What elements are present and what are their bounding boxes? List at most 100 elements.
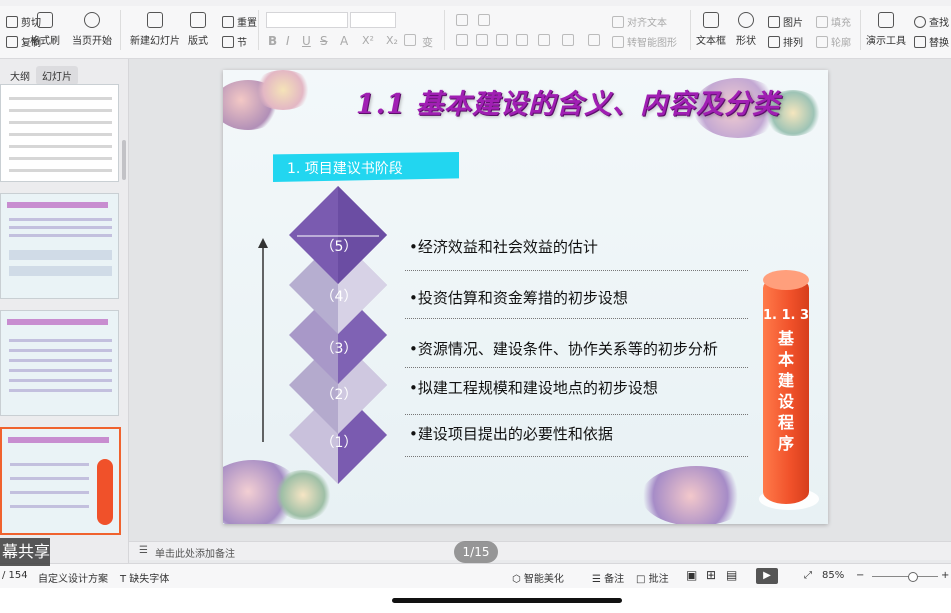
step-number: （4）: [320, 289, 358, 305]
step-diamond-5: [289, 186, 387, 284]
play-icon: [84, 12, 100, 28]
bold-button[interactable]: B: [268, 34, 277, 48]
notes-toggle-button[interactable]: ☰ 备注: [592, 570, 624, 585]
play-slideshow-button[interactable]: ▶: [756, 568, 778, 584]
step-text[interactable]: •投资估算和资金筹措的初步设想: [409, 287, 628, 308]
fill-icon: [816, 15, 828, 28]
picture-button[interactable]: 图片: [768, 14, 803, 29]
notes-icon: ☰: [139, 545, 148, 556]
normal-view-icon[interactable]: ▣: [686, 568, 697, 582]
new-slide-button[interactable]: 新建幻灯片: [130, 12, 180, 47]
dotted-divider: [405, 270, 748, 271]
arrange-button[interactable]: 排列: [768, 34, 803, 49]
presentation-icon: [878, 12, 894, 28]
stage-banner[interactable]: 1. 项目建议书阶段: [273, 152, 459, 182]
outline-button[interactable]: 轮廓: [816, 34, 851, 49]
align-center-button[interactable]: [476, 34, 488, 46]
arrange-icon: [768, 35, 780, 48]
up-arrow-icon: [258, 238, 268, 442]
play-from-current-button[interactable]: 当页开始: [72, 12, 112, 47]
dotted-divider: [405, 318, 748, 319]
justify-button[interactable]: [516, 34, 528, 46]
play-icon: ▶: [763, 570, 771, 581]
panel-scrollbar[interactable]: [122, 140, 126, 180]
line-spacing-icon: [562, 34, 574, 46]
home-indicator[interactable]: [392, 598, 622, 603]
italic-button[interactable]: I: [286, 34, 290, 48]
subscript-button[interactable]: X₂: [386, 34, 398, 47]
outline-icon: [816, 35, 828, 48]
shape-button[interactable]: 形状: [736, 12, 756, 47]
smart-graphic-button[interactable]: 转智能图形: [612, 34, 677, 49]
eraser-icon: [404, 34, 416, 46]
presentation-tools-button[interactable]: 演示工具: [866, 12, 906, 47]
superscript-button[interactable]: X²: [362, 34, 374, 47]
fill-button[interactable]: 填充: [816, 14, 851, 29]
underline-button[interactable]: U: [302, 34, 311, 48]
phonetic-button[interactable]: 变: [422, 34, 433, 50]
line-spacing-button[interactable]: [562, 34, 574, 46]
step-text[interactable]: •资源情况、建设条件、协作关系等的初步分析: [409, 338, 718, 359]
font-size-select[interactable]: [350, 12, 396, 28]
replace-button[interactable]: 替换: [914, 34, 949, 49]
distributed-button[interactable]: [538, 34, 550, 46]
tab-outline[interactable]: 大纲: [4, 66, 36, 85]
step-number: （3）: [320, 341, 358, 357]
clear-format-button[interactable]: [404, 34, 416, 46]
slide-thumbnail[interactable]: [0, 193, 119, 299]
strikethrough-button[interactable]: S: [320, 34, 328, 48]
notes-icon: ☰: [592, 574, 601, 585]
flower-decoration: [253, 70, 313, 110]
brush-icon: [37, 12, 53, 28]
text-direction-button[interactable]: [588, 34, 600, 46]
reading-view-icon[interactable]: ▤: [726, 568, 737, 582]
font-color-button[interactable]: A: [340, 34, 348, 48]
divider: [444, 10, 445, 50]
align-text-button[interactable]: 对齐文本: [612, 14, 667, 29]
slide-count: / 154: [2, 570, 28, 581]
zoom-out-icon[interactable]: −: [856, 570, 864, 581]
notes-bar[interactable]: ☰ 单击此处添加备注: [129, 541, 951, 560]
layout-button[interactable]: 版式: [188, 12, 208, 47]
section-button[interactable]: 节: [222, 34, 247, 49]
align-right-button[interactable]: [496, 34, 508, 46]
copy-icon: [6, 35, 18, 48]
smart-beautify-button[interactable]: ⬡ 智能美化: [512, 570, 564, 585]
zoom-slider[interactable]: [872, 576, 938, 577]
zoom-slider-thumb[interactable]: [908, 572, 918, 582]
slide-thumbnail[interactable]: [0, 310, 119, 416]
tab-slides[interactable]: 幻灯片: [36, 66, 78, 85]
comment-button[interactable]: □ 批注: [636, 570, 669, 585]
slide-canvas: 1.1 基本建设的含义、内容及分类 1. 项目建议书阶段 （5） （4） （3）…: [223, 70, 828, 524]
replace-icon: [914, 35, 926, 48]
grid-view-icon[interactable]: ⊞: [706, 568, 716, 582]
step-number: （2）: [320, 387, 358, 403]
align-left-button[interactable]: [456, 34, 468, 46]
reset-button[interactable]: 重置: [222, 14, 257, 29]
design-scheme[interactable]: 自定义设计方案: [38, 570, 108, 585]
find-button[interactable]: 查找: [914, 14, 949, 29]
step-text[interactable]: •建设项目提出的必要性和依据: [409, 423, 613, 444]
smart-graphic-icon: [612, 35, 624, 48]
step-text[interactable]: •经济效益和社会效益的估计: [409, 236, 598, 257]
flower-decoration: [641, 466, 751, 524]
missing-font-button[interactable]: T 缺失字体: [120, 570, 169, 585]
fit-window-icon[interactable]: ⤢: [804, 570, 812, 581]
textbox-button[interactable]: 文本框: [696, 12, 726, 47]
step-text[interactable]: •拟建工程规模和建设地点的初步设想: [409, 377, 658, 398]
slide-thumbnail[interactable]: [0, 84, 119, 182]
slide-thumbnail-current[interactable]: [0, 427, 121, 535]
zoom-level[interactable]: 85%: [822, 570, 844, 581]
divider: [120, 10, 121, 50]
format-painter-button[interactable]: 格式刷: [30, 12, 60, 47]
bullet-list-button[interactable]: [456, 14, 468, 26]
numbered-list-button[interactable]: [478, 14, 490, 26]
font-family-select[interactable]: [266, 12, 348, 28]
step-number: （5）: [320, 239, 358, 255]
screen-share-overlay: 幕共享: [0, 538, 50, 566]
slide-title[interactable]: 1.1 基本建设的含义、内容及分类: [333, 82, 803, 121]
beautify-icon: ⬡: [512, 574, 521, 585]
zoom-in-icon[interactable]: +: [941, 570, 949, 581]
reset-icon: [222, 15, 234, 28]
layout-icon: [190, 12, 206, 28]
